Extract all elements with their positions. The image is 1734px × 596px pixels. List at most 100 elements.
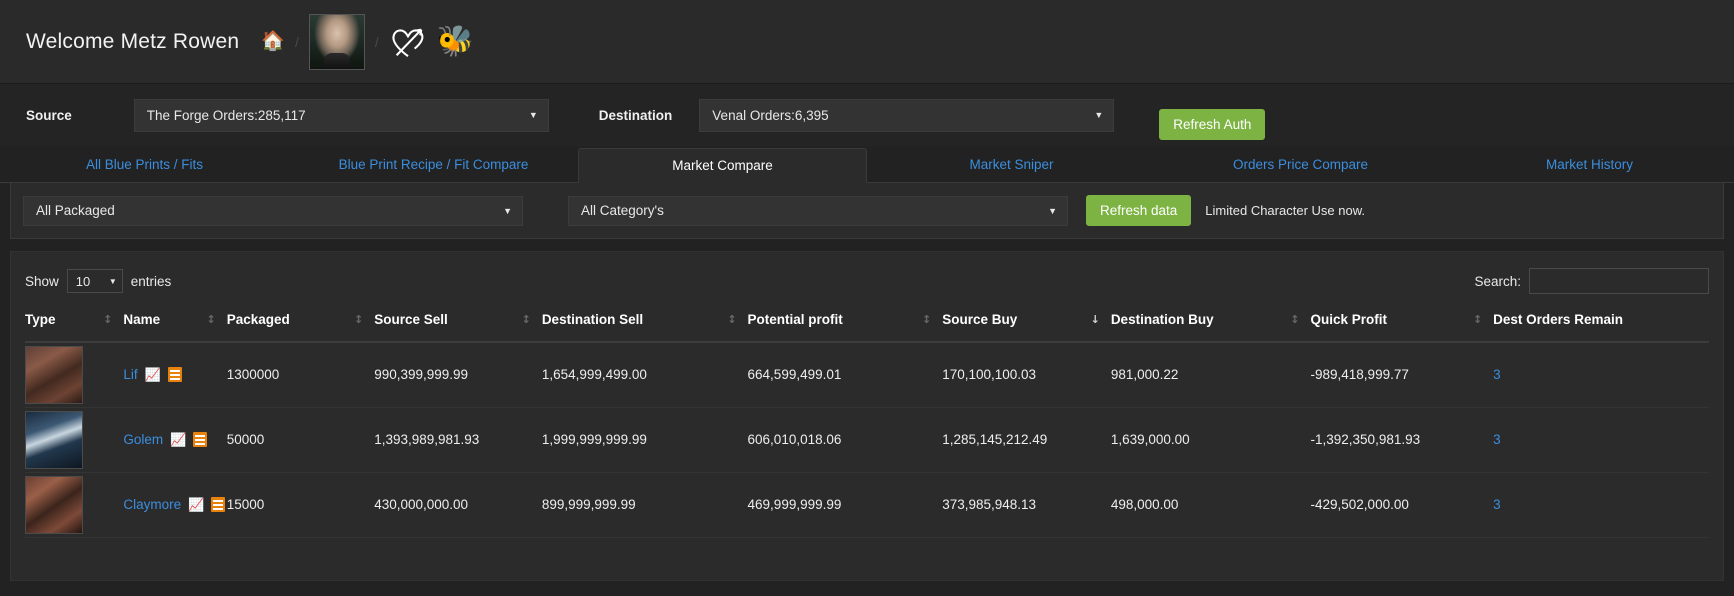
cell-destination-sell: 1,999,999,999.99: [541, 407, 748, 473]
filters-panel: All Packaged ▼ All Category's ▼ Refresh …: [10, 183, 1724, 239]
table-row[interactable]: Claymore 📈 15000 430,000,000.00 899,999,…: [25, 472, 1709, 538]
category-filter-value: All Category's: [581, 203, 664, 218]
show-label: Show: [25, 273, 59, 289]
cell-type: [25, 472, 124, 538]
cell-packaged: 15000: [226, 472, 375, 538]
page-length-select[interactable]: 10 ▼: [66, 269, 123, 293]
column-header-destination-buy[interactable]: Destination Buy ↕: [1110, 298, 1311, 343]
source-select[interactable]: The Forge Orders:285,117 ▼: [133, 98, 549, 132]
column-header-source-buy[interactable]: Source Buy ↓: [942, 298, 1111, 343]
market-compare-table: Type ↕ Name ↕ Packaged ↕ Source Sell ↕ Desti…: [25, 298, 1709, 538]
table-controls: Show 10 ▼ entries Search:: [25, 264, 1709, 298]
sort-icon-name: ↕: [206, 313, 215, 326]
cell-potential-profit: 469,999,999.99: [747, 472, 943, 538]
column-header-dest-orders-remain[interactable]: Dest Orders Remain: [1493, 298, 1709, 343]
notes-icon[interactable]: [193, 432, 208, 447]
tab-market-sniper[interactable]: Market Sniper: [867, 147, 1156, 183]
item-name-link[interactable]: Claymore: [123, 497, 181, 512]
notes-icon[interactable]: [167, 367, 182, 383]
bee-icon[interactable]: 🐝: [437, 26, 474, 57]
chart-icon[interactable]: 📈: [170, 433, 186, 446]
destination-select[interactable]: Venal Orders:6,395 ▼: [699, 98, 1115, 132]
chart-icon[interactable]: 📈: [188, 498, 204, 511]
cell-source-buy: 170,100,100.03: [942, 342, 1111, 408]
cell-quick-profit: -429,502,000.00: [1310, 472, 1494, 538]
cell-source-buy: 1,285,145,212.49: [942, 407, 1111, 473]
table-body: Lif 📈 1300000 990,399,999.99 1,654,999,4…: [25, 342, 1709, 538]
category-filter-select[interactable]: All Category's ▼: [568, 195, 1068, 226]
cell-destination-buy: 981,000.22: [1110, 342, 1311, 408]
item-name-link[interactable]: Golem: [123, 432, 163, 447]
chevron-down-icon: ▼: [503, 205, 512, 216]
cell-destination-sell: 899,999,999.99: [541, 472, 748, 538]
packaged-filter-value: All Packaged: [36, 203, 115, 218]
table-header: Type ↕ Name ↕ Packaged ↕ Source Sell ↕ Desti…: [25, 298, 1709, 343]
cell-dest-orders-remain[interactable]: 3: [1493, 342, 1709, 408]
table-row[interactable]: Golem 📈 50000 1,393,989,981.93 1,999,999…: [25, 407, 1709, 473]
cell-destination-sell: 1,654,999,499.00: [541, 342, 748, 408]
breadcrumb: 🏠 / / 🐝: [261, 13, 474, 70]
cell-destination-buy: 498,000.00: [1110, 472, 1311, 538]
destination-label: Destination: [598, 107, 673, 123]
cell-source-sell: 990,399,999.99: [374, 342, 542, 408]
column-header-destination-sell[interactable]: Destination Sell ↕: [541, 298, 748, 343]
home-icon[interactable]: 🏠: [261, 32, 285, 51]
refresh-auth-button[interactable]: Refresh Auth: [1159, 108, 1266, 140]
market-compare-table-panel: Show 10 ▼ entries Search: Type ↕ Name ↕ Pa…: [10, 251, 1724, 581]
ship-thumbnail-icon[interactable]: [25, 410, 83, 469]
cell-dest-orders-remain[interactable]: 3: [1493, 472, 1709, 538]
notes-icon[interactable]: [211, 497, 226, 512]
heart-with-arrow-icon[interactable]: [389, 24, 427, 60]
sort-icon-destination-sell: ↕: [727, 313, 736, 326]
cell-quick-profit: -1,392,350,981.93: [1310, 407, 1494, 473]
tab-orders-price-compare[interactable]: Orders Price Compare: [1156, 147, 1445, 183]
column-header-source-sell[interactable]: Source Sell ↕: [374, 298, 542, 343]
cell-source-buy: 373,985,948.13: [942, 472, 1111, 538]
column-header-type[interactable]: Type ↕: [25, 298, 124, 343]
source-destination-bar: Source The Forge Orders:285,117 ▼ Destin…: [0, 84, 1734, 146]
chevron-down-icon: ▼: [1094, 110, 1104, 120]
packaged-filter-select[interactable]: All Packaged ▼: [23, 195, 523, 226]
tab-market-history[interactable]: Market History: [1445, 147, 1734, 183]
cell-name: Claymore 📈: [123, 472, 227, 538]
cell-destination-buy: 1,639,000.00: [1110, 407, 1311, 473]
sort-icon-potential-profit: ↕: [922, 313, 931, 326]
sort-icon-type: ↕: [103, 313, 112, 326]
cell-potential-profit: 606,010,018.06: [747, 407, 943, 473]
refresh-data-button[interactable]: Refresh data: [1086, 195, 1192, 226]
item-name-link[interactable]: Lif: [123, 367, 137, 382]
chevron-down-icon: ▼: [1048, 205, 1057, 216]
table-row[interactable]: Lif 📈 1300000 990,399,999.99 1,654,999,4…: [25, 342, 1709, 408]
column-label-type: Type: [25, 312, 56, 327]
column-header-name[interactable]: Name ↕: [123, 298, 227, 343]
source-label: Source: [26, 107, 72, 123]
cell-type: [25, 407, 124, 473]
tab-market-compare[interactable]: Market Compare: [578, 147, 867, 183]
column-header-quick-profit[interactable]: Quick Profit ↕: [1310, 298, 1494, 343]
search-label: Search:: [1474, 273, 1521, 289]
sort-icon-destination-buy: ↕: [1290, 313, 1299, 326]
avatar[interactable]: [308, 13, 365, 70]
tab-all-blue-prints-fits[interactable]: All Blue Prints / Fits: [0, 147, 289, 183]
page-length-value: 10: [75, 273, 91, 289]
tab-blue-print-recipe-fit-compare[interactable]: Blue Print Recipe / Fit Compare: [289, 147, 578, 183]
sort-icon-source-sell: ↕: [521, 313, 531, 326]
column-label-dest-orders-remain: Dest Orders Remain: [1493, 312, 1623, 327]
entries-label: entries: [130, 273, 172, 289]
cell-packaged: 50000: [226, 407, 375, 473]
sort-icon-quick-profit: ↕: [1472, 313, 1482, 326]
ship-thumbnail-icon[interactable]: [25, 475, 83, 534]
chart-icon[interactable]: 📈: [145, 368, 161, 381]
sort-icon-source-buy-desc: ↓: [1090, 313, 1100, 326]
column-header-packaged[interactable]: Packaged ↕: [226, 298, 375, 343]
breadcrumb-separator-2: /: [374, 33, 379, 50]
column-header-potential-profit[interactable]: Potential profit ↕: [747, 298, 943, 343]
ship-thumbnail-icon[interactable]: [25, 345, 83, 404]
column-label-quick-profit: Quick Profit: [1310, 312, 1388, 327]
cell-dest-orders-remain[interactable]: 3: [1493, 407, 1709, 473]
column-label-name: Name: [123, 312, 161, 327]
search-input[interactable]: [1529, 268, 1709, 294]
table-header-row: Type ↕ Name ↕ Packaged ↕ Source Sell ↕ Desti…: [25, 298, 1709, 343]
chevron-down-icon: ▼: [528, 110, 538, 120]
column-label-source-sell: Source Sell: [374, 312, 448, 327]
